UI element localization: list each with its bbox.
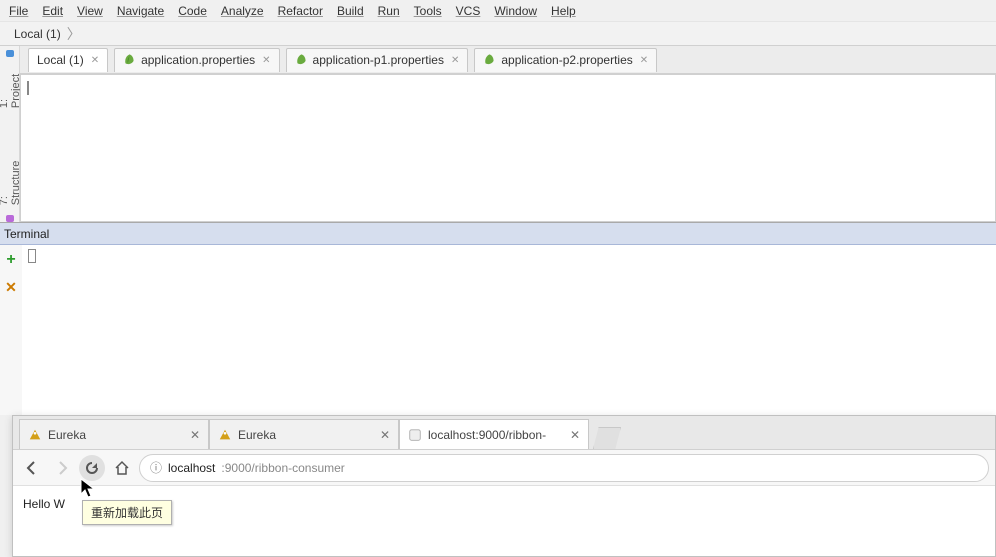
browser-toolbar: ⓘ localhost :9000/ribbon-consumer xyxy=(13,450,995,486)
reload-icon xyxy=(84,460,100,476)
editor-area[interactable] xyxy=(20,74,996,222)
terminal-content[interactable] xyxy=(22,245,996,415)
menu-build[interactable]: Build xyxy=(332,2,369,20)
close-icon[interactable]: ✕ xyxy=(262,55,270,66)
favicon-icon xyxy=(218,428,232,442)
editor-tab-strip: Local (1) ✕ application.properties ✕ app… xyxy=(20,46,996,74)
url-path: :9000/ribbon-consumer xyxy=(221,461,344,475)
leaf-icon xyxy=(123,54,136,67)
close-icon[interactable]: ✕ xyxy=(380,428,390,442)
terminal-toolbar: + ✕ xyxy=(0,245,22,415)
page-text: Hello W xyxy=(23,497,65,511)
menu-edit[interactable]: Edit xyxy=(37,2,68,20)
tab-label: Local (1) xyxy=(37,53,84,67)
url-host: localhost xyxy=(168,461,215,475)
browser-tab-eureka-2[interactable]: Eureka ✕ xyxy=(209,419,399,449)
menu-analyze[interactable]: Analyze xyxy=(216,2,269,20)
reload-button[interactable] xyxy=(79,455,105,481)
address-bar[interactable]: ⓘ localhost :9000/ribbon-consumer xyxy=(139,454,989,482)
leaf-icon xyxy=(483,54,496,67)
back-button[interactable] xyxy=(19,455,45,481)
menu-run[interactable]: Run xyxy=(373,2,405,20)
structure-tool-button[interactable]: 7: Structure xyxy=(0,151,22,209)
close-icon[interactable]: ✕ xyxy=(570,428,580,442)
home-button[interactable] xyxy=(109,455,135,481)
tab-title: localhost:9000/ribbon- xyxy=(428,428,564,442)
ide-window: File Edit View Navigate Code Analyze Ref… xyxy=(0,0,996,415)
arrow-left-icon xyxy=(24,460,40,476)
menu-tools[interactable]: Tools xyxy=(409,2,447,20)
browser-window: Eureka ✕ Eureka ✕ localhost:9000/ribbon-… xyxy=(12,415,996,557)
menu-navigate[interactable]: Navigate xyxy=(112,2,169,20)
close-icon[interactable]: ✕ xyxy=(190,428,200,442)
breadcrumb[interactable]: Local (1) 〉 xyxy=(0,22,996,46)
favicon-icon xyxy=(408,428,422,442)
editor-tab-local[interactable]: Local (1) ✕ xyxy=(28,48,108,72)
menu-refactor[interactable]: Refactor xyxy=(273,2,328,20)
home-icon xyxy=(114,460,130,476)
leaf-icon xyxy=(295,54,308,67)
editor-tab-application[interactable]: application.properties ✕ xyxy=(114,48,279,72)
close-icon[interactable]: ✕ xyxy=(91,55,99,66)
project-tool-button[interactable]: 1: Project xyxy=(0,63,22,112)
tooltip-text: 重新加载此页 xyxy=(91,506,163,520)
terminal-panel: Terminal + ✕ xyxy=(0,222,996,415)
text-cursor xyxy=(27,81,29,95)
new-tab-button[interactable] xyxy=(593,427,621,449)
arrow-right-icon xyxy=(54,460,70,476)
browser-tab-strip: Eureka ✕ Eureka ✕ localhost:9000/ribbon-… xyxy=(13,416,995,450)
project-tool-icon[interactable] xyxy=(6,50,14,57)
terminal-cursor xyxy=(28,249,36,263)
favicon-icon xyxy=(28,428,42,442)
terminal-title: Terminal xyxy=(4,227,49,241)
add-terminal-icon[interactable]: + xyxy=(6,251,15,269)
browser-tab-eureka-1[interactable]: Eureka ✕ xyxy=(19,419,209,449)
close-icon[interactable]: ✕ xyxy=(640,55,648,66)
menu-help[interactable]: Help xyxy=(546,2,581,20)
close-terminal-icon[interactable]: ✕ xyxy=(5,279,17,296)
menu-code[interactable]: Code xyxy=(173,2,212,20)
editor-tab-application-p2[interactable]: application-p2.properties ✕ xyxy=(474,48,657,72)
tab-title: Eureka xyxy=(48,428,184,442)
tab-label: application-p2.properties xyxy=(501,53,632,67)
tab-label: application-p1.properties xyxy=(313,53,444,67)
breadcrumb-item: Local (1) xyxy=(14,27,61,41)
tab-label: application.properties xyxy=(141,53,255,67)
terminal-header[interactable]: Terminal xyxy=(0,223,996,245)
left-tool-strip: 1: Project 7: Structure xyxy=(0,46,20,222)
menu-vcs[interactable]: VCS xyxy=(451,2,486,20)
menu-file[interactable]: File xyxy=(4,2,33,20)
menu-view[interactable]: View xyxy=(72,2,108,20)
chevron-right-icon: 〉 xyxy=(67,24,81,44)
structure-tool-icon[interactable] xyxy=(6,215,14,222)
menu-bar: File Edit View Navigate Code Analyze Ref… xyxy=(0,0,996,22)
editor-tab-application-p1[interactable]: application-p1.properties ✕ xyxy=(286,48,469,72)
info-icon[interactable]: ⓘ xyxy=(150,459,162,476)
tab-title: Eureka xyxy=(238,428,374,442)
reload-tooltip: 重新加载此页 xyxy=(82,500,172,525)
browser-tab-localhost[interactable]: localhost:9000/ribbon- ✕ xyxy=(399,419,589,449)
forward-button[interactable] xyxy=(49,455,75,481)
close-icon[interactable]: ✕ xyxy=(451,55,459,66)
menu-window[interactable]: Window xyxy=(489,2,542,20)
